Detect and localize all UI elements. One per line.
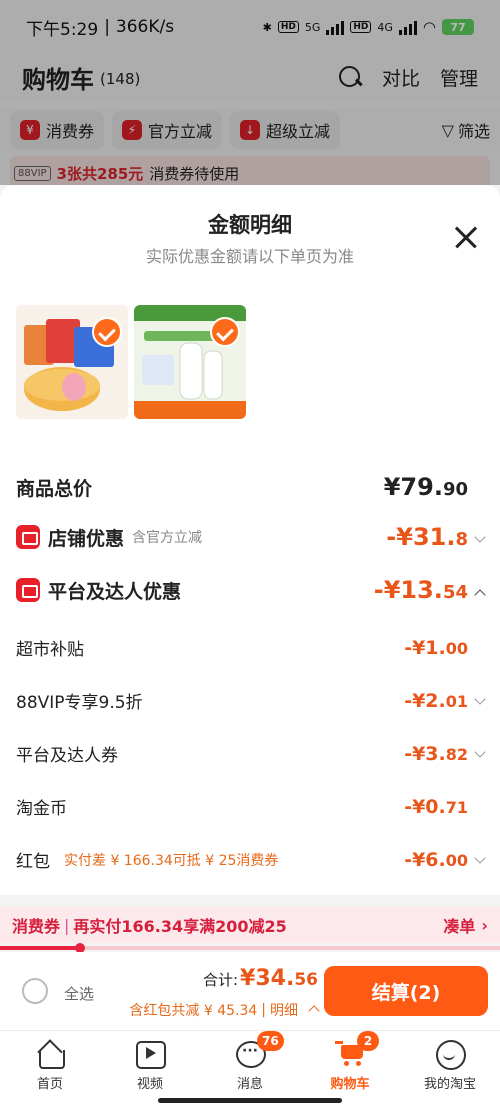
chevron-up-icon xyxy=(308,1005,320,1017)
row-red-packet[interactable]: 红包 实付差 ¥ 166.34可抵 ¥ 25消费券 -¥6. 00 xyxy=(16,847,486,872)
add-items-link[interactable]: 凑单 › xyxy=(443,913,488,937)
coupon-banner[interactable]: 消费券 | 再实付166.34享满200减25 凑单 › xyxy=(0,907,500,943)
video-icon xyxy=(135,1039,166,1069)
tab-home[interactable]: 首页 xyxy=(0,1031,100,1111)
home-indicator[interactable] xyxy=(158,1098,342,1103)
chevron-down-icon xyxy=(474,851,486,864)
home-icon xyxy=(35,1039,65,1069)
checked-icon[interactable] xyxy=(92,317,122,347)
shop-discount-value: -¥31. 8 xyxy=(386,523,486,551)
chevron-down-icon xyxy=(474,745,486,758)
tab-my-taobao[interactable]: 我的淘宝 xyxy=(400,1031,500,1111)
chevron-right-icon: › xyxy=(481,915,488,935)
row-platform-coupon[interactable]: 平台及达人券 -¥3. 82 xyxy=(16,741,486,766)
product-thumb-cake[interactable] xyxy=(16,305,128,419)
cart-badge: 2 xyxy=(357,1031,379,1051)
detail-link[interactable]: 明细 xyxy=(270,1000,298,1020)
row-shop-discount[interactable]: 店铺优惠 含官方立减 -¥31. 8 xyxy=(16,523,486,551)
product-thumb-milk[interactable] xyxy=(134,305,246,419)
row-taobao-coins: 淘金币 -¥0. 71 xyxy=(16,795,468,820)
platform-icon xyxy=(16,578,40,602)
checked-icon-2[interactable] xyxy=(210,317,240,347)
row-total-price: 商品总价 ¥79. 90 xyxy=(16,473,484,501)
coupon-progress-fill xyxy=(0,946,80,950)
coupon-text: 再实付166.34享满200减25 xyxy=(73,917,287,936)
coupon-tag: 消费券 xyxy=(12,917,61,936)
checkout-bar: 全选 合计: ¥34. 56 含红包共减 ¥ 45.34 | 明细 结算(2) xyxy=(0,952,500,1030)
chevron-down-icon xyxy=(474,692,486,705)
checkout-button[interactable]: 结算(2) xyxy=(324,966,488,1016)
backdrop-overlay[interactable] xyxy=(0,0,500,185)
profile-icon xyxy=(435,1039,466,1070)
shop-icon xyxy=(16,525,40,549)
total-amount: 合计: ¥34. 56 xyxy=(202,966,318,991)
row-platform-discount[interactable]: 平台及达人优惠 -¥13. 54 xyxy=(16,576,486,604)
row-supermarket-subsidy: 超市补贴 -¥1. 00 xyxy=(16,636,468,661)
select-all-radio[interactable] xyxy=(22,978,48,1004)
row-vip-discount[interactable]: 88VIP专享9.5折 -¥2. 01 xyxy=(16,688,486,713)
chevron-down-icon xyxy=(474,531,486,543)
message-badge: 76 xyxy=(257,1031,284,1051)
platform-discount-value: -¥13. 54 xyxy=(374,576,486,604)
close-icon[interactable] xyxy=(454,225,478,249)
savings-detail[interactable]: 含红包共减 ¥ 45.34 | 明细 xyxy=(129,1000,320,1020)
chevron-up-icon xyxy=(474,589,486,601)
sheet-subtitle: 实际优惠金额请以下单页为准 xyxy=(145,247,354,266)
coupon-progress xyxy=(0,943,500,953)
amount-detail-sheet: 金额明细 实际优惠金额请以下单页为准 商品总价 ¥79. 90 店铺优惠 含官方… xyxy=(0,185,500,895)
select-all-label[interactable]: 全选 xyxy=(64,983,94,1004)
sheet-title: 金额明细 xyxy=(208,213,292,237)
total-price-value: ¥79. 90 xyxy=(383,473,468,501)
